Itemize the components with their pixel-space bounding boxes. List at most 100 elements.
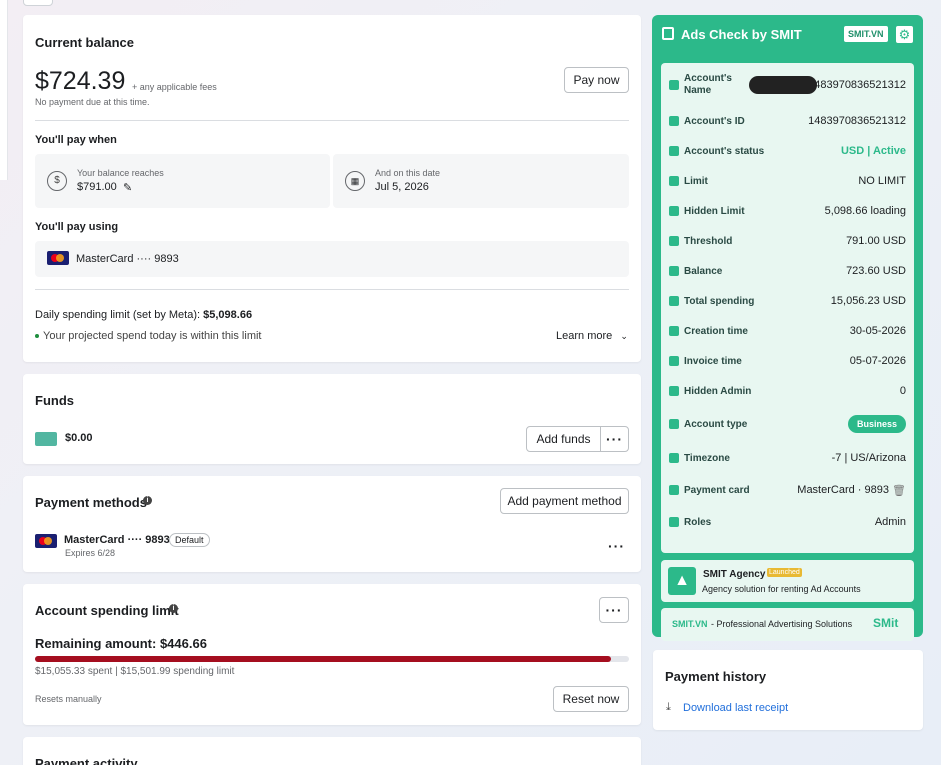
no-payment-note: No payment due at this time.: [35, 97, 150, 107]
info-icon[interactable]: i: [143, 496, 152, 505]
id-icon: [669, 116, 679, 126]
add-funds-button[interactable]: Add funds: [526, 426, 601, 452]
funds-more-button[interactable]: ···: [600, 426, 629, 452]
download-icon: ⤓: [666, 701, 671, 713]
piggy-icon: [669, 206, 679, 216]
payment-method-card: MasterCard ···· 9893: [64, 534, 170, 546]
smit-row-value: NO LIMIT: [858, 175, 906, 187]
date-label: And on this date: [375, 168, 441, 178]
left-sidebar-edge: [0, 0, 8, 180]
smit-agency-banner[interactable]: ▲ SMIT Agency Launched Agency solution f…: [661, 560, 914, 602]
date-value: Jul 5, 2026: [375, 181, 429, 193]
projected-note: Your projected spend today is within thi…: [35, 330, 262, 342]
card-icon: [669, 485, 679, 495]
smit-row: Hidden Admin 0: [661, 376, 914, 406]
smit-row: Account's status USD | Active: [661, 136, 914, 166]
balance-threshold-box: $ Your balance reaches $791.00 ✎: [35, 154, 330, 208]
smit-row-value: 723.60 USD: [846, 265, 906, 277]
dollar-icon: [669, 266, 679, 276]
funds-title: Funds: [35, 393, 74, 408]
mastercard-icon: [35, 534, 57, 548]
smit-row: Invoice time 05-07-2026: [661, 346, 914, 376]
limit-icon: [669, 176, 679, 186]
divider: [35, 289, 629, 290]
spending-progress-fill: [35, 656, 612, 662]
settings-gear-icon[interactable]: ⚙: [896, 26, 913, 43]
smit-row: Creation time 30-05-2026: [661, 316, 914, 346]
add-payment-method-button[interactable]: Add payment method: [500, 488, 629, 514]
smit-row-value: 05-07-2026: [849, 355, 906, 367]
smit-row: Account type Business: [661, 409, 914, 439]
smit-row-label: Hidden Admin: [684, 385, 752, 397]
smit-row: Total spending 15,056.23 USD: [661, 286, 914, 316]
briefcase-icon: [669, 419, 679, 429]
spending-limit-card: Account spending limit i ··· Remaining a…: [23, 584, 641, 725]
smit-row-label: Creation time: [684, 325, 748, 337]
smit-row: Limit NO LIMIT: [661, 166, 914, 196]
smit-row-value: 30-05-2026: [849, 325, 906, 337]
smit-row-value: 791.00 USD: [846, 235, 906, 247]
payment-activity-card: Payment activity: [23, 737, 641, 765]
info-icon[interactable]: i: [169, 604, 178, 613]
smit-row-value: 1483970836521312: [808, 115, 906, 127]
smit-row-value: Admin: [874, 516, 906, 528]
current-balance-title: Current balance: [35, 35, 134, 50]
smit-agency-desc: Agency solution for renting Ad Accounts: [702, 584, 861, 594]
reaches-value: $791.00: [77, 181, 117, 193]
remaining-amount: Remaining amount: $446.66: [35, 636, 207, 651]
smit-agency-logo-icon: ▲: [668, 567, 696, 595]
pay-using-card: MasterCard ···· 9893: [76, 253, 179, 265]
smit-row-label: Limit: [684, 175, 708, 187]
smit-row-label: Threshold: [684, 235, 733, 247]
smit-row-label: Payment card: [684, 484, 750, 496]
smit-footer-text: - Professional Advertising Solutions: [711, 619, 853, 629]
smit-row-label: Account type: [684, 418, 748, 430]
shield-icon: [669, 386, 679, 396]
top-control[interactable]: [23, 0, 53, 6]
smit-row-value: 1483970836521312: [808, 79, 906, 91]
pay-using-box: MasterCard ···· 9893: [35, 241, 629, 277]
reset-now-button[interactable]: Reset now: [553, 686, 629, 712]
pay-now-button[interactable]: Pay now: [564, 67, 629, 93]
spending-progress-track: [35, 656, 629, 662]
download-receipt-link[interactable]: Download last receipt: [683, 702, 788, 714]
smit-row-value: -7 | US/Arizona: [831, 452, 906, 464]
status-icon: [669, 146, 679, 156]
default-badge: Default: [169, 533, 210, 547]
current-balance-card: Current balance $724.39 + any applicable…: [23, 15, 641, 362]
smit-row: Timezone -7 | US/Arizona: [661, 443, 914, 473]
smit-logo-icon: [662, 27, 674, 40]
spent-text: $15,055.33 spent | $15,501.99 spending l…: [35, 666, 235, 677]
clock-icon: [669, 453, 679, 463]
smit-row: Payment card MasterCard · 9893 🗑: [661, 475, 914, 505]
spending-limit-more-button[interactable]: ···: [599, 597, 629, 623]
daily-limit-label: Daily spending limit (set by Meta):: [35, 309, 204, 321]
smit-vn-badge[interactable]: SMIT.VN: [844, 26, 888, 42]
calendar-icon: ▦: [345, 171, 365, 191]
smit-footer[interactable]: SMIT.VN - Professional Advertising Solut…: [661, 608, 914, 641]
divider: [35, 120, 629, 121]
smit-row-label: Roles: [684, 516, 712, 528]
chevron-down-icon: ⌄: [620, 331, 628, 341]
smit-row-label: Total spending: [684, 295, 755, 307]
payment-methods-card: Payment methods i Add payment method Mas…: [23, 476, 641, 572]
smit-row-label: Hidden Limit: [684, 205, 745, 217]
user-icon: [669, 80, 679, 90]
account-type-badge: Business: [847, 415, 906, 433]
smit-footer-logo: SMit: [873, 616, 899, 630]
smit-row-label: Account's Name: [684, 73, 732, 96]
pencil-icon[interactable]: ✎: [123, 181, 132, 194]
payment-method-more-button[interactable]: ···: [608, 539, 625, 553]
pay-when-heading: You'll pay when: [35, 134, 117, 146]
smit-agency-launched-badge: Launched: [767, 568, 802, 577]
resets-note: Resets manually: [35, 694, 102, 704]
smit-row-label: Invoice time: [684, 355, 742, 367]
card-expiry: Expires 6/28: [65, 548, 116, 558]
mastercard-icon: [47, 251, 69, 265]
spending-icon: [669, 296, 679, 306]
daily-limit: Daily spending limit (set by Meta): $5,0…: [35, 309, 252, 321]
payment-methods-title: Payment methods: [35, 495, 147, 510]
learn-more-link[interactable]: Learn more ⌄: [556, 330, 628, 342]
learn-more-label: Learn more: [556, 330, 613, 342]
trash-icon[interactable]: 🗑: [892, 484, 906, 497]
